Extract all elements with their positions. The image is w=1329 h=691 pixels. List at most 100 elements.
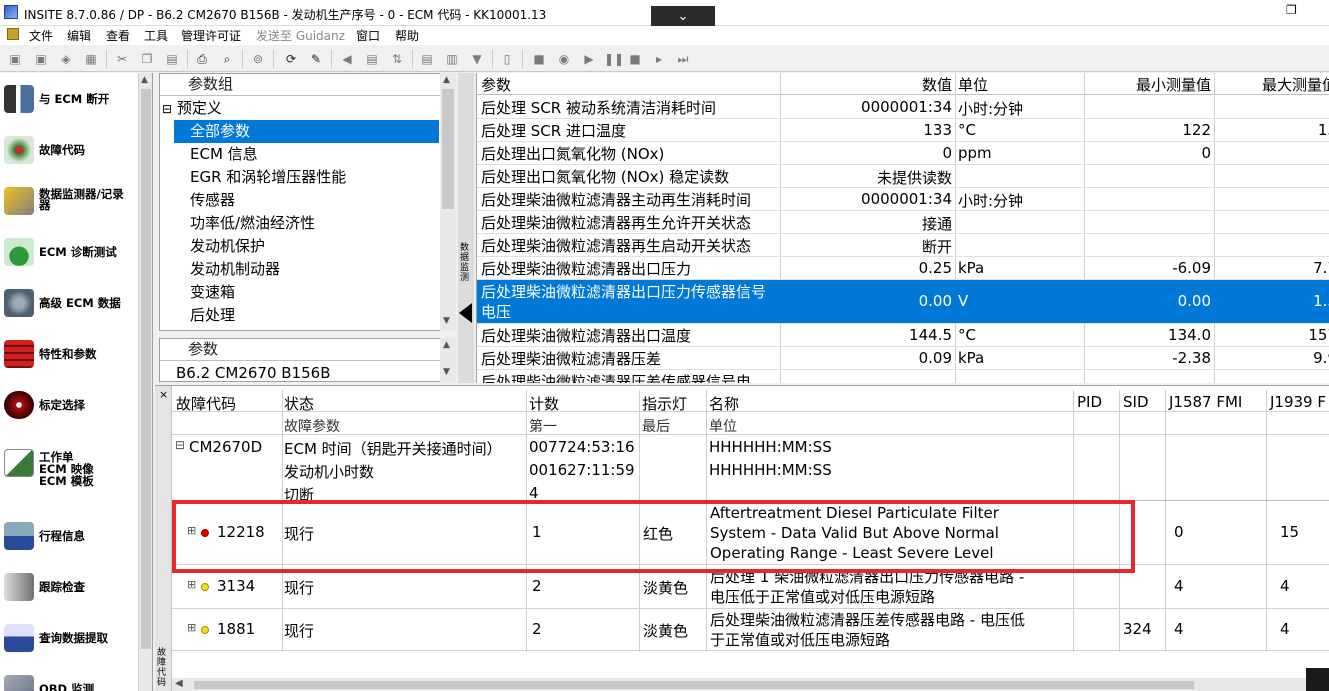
tree-item-engine-protection[interactable]: 发动机保护 — [160, 235, 440, 258]
col-j1939-header[interactable]: J1939 F — [1270, 393, 1326, 411]
play-icon[interactable]: ▶ — [581, 51, 597, 67]
sidebar-item-features[interactable]: 特性和参数 — [4, 334, 139, 374]
sidebar-item-advanced-data[interactable]: 高级 ECM 数据 — [4, 283, 139, 323]
data-monitor-row[interactable]: 后处理柴油微粒滤清器压差 0.09 kPa -2.38 9.9 — [477, 347, 1329, 370]
col-max-header[interactable]: 最大测量值 — [1217, 74, 1329, 95]
tree-item-ecm-info[interactable]: ECM 信息 — [160, 143, 440, 166]
menu-window[interactable]: 窗口 — [356, 27, 380, 44]
menu-view[interactable]: 查看 — [106, 27, 130, 44]
param-groups-scroll-thumb[interactable] — [442, 89, 454, 209]
filter-icon[interactable]: ▼ — [469, 51, 485, 67]
data-monitor-row[interactable]: 后处理柴油微粒滤清器出口压力 0.25 kPa -6.09 7.7 — [477, 257, 1329, 280]
sidebar-item-disconnect[interactable]: 与 ECM 断开 — [4, 79, 139, 119]
step-icon[interactable]: ▸ — [651, 51, 667, 67]
page-icon[interactable]: ▯ — [499, 51, 515, 67]
report-icon[interactable]: ▤ — [419, 51, 435, 67]
tree-item-aftertreatment[interactable]: 后处理 — [160, 304, 440, 327]
menu-send-guidanz[interactable]: 发送至 Guidanz — [256, 27, 345, 44]
stop-icon[interactable]: ■ — [627, 51, 643, 67]
col-j1587-header[interactable]: J1587 FMI — [1169, 393, 1242, 411]
speaker-icon[interactable]: ◀ — [339, 51, 355, 67]
sidebar-scrollbar[interactable]: ▲ — [138, 73, 152, 691]
col-sid-header[interactable]: SID — [1123, 393, 1149, 411]
restore-icon[interactable]: ❐ — [1286, 3, 1297, 17]
data-monitor-row[interactable]: 后处理柴油微粒滤清器再生允许开关状态 接通 — [477, 211, 1329, 234]
grid-icon[interactable]: ▦ — [83, 51, 99, 67]
tree-root-predefined[interactable]: ⊟ 预定义 — [160, 97, 440, 120]
tree-item-all-params[interactable]: 全部参数 — [174, 120, 439, 143]
panel-splitter[interactable]: 数据监测 — [458, 73, 474, 383]
tree-item-egr-turbo[interactable]: EGR 和涡轮增压器性能 — [160, 166, 440, 189]
sidebar-item-obd-monitor[interactable]: OBD 监测 — [4, 669, 139, 691]
hscroll-thumb[interactable] — [194, 681, 1194, 689]
data-monitor-row[interactable]: 后处理出口氮氧化物 (NOx) 稳定读数 未提供读数 — [477, 165, 1329, 188]
fault-code-row[interactable]: ⊞ 1881 现行 2 淡黄色 后处理柴油微粒滤清器压差传感器电路 - 电压低 于正常值或对… — [172, 609, 1329, 651]
fault-group-row[interactable]: ⊟ CM2670D ECM 时间（钥匙开关接通时间） 007724:53:16 … — [172, 436, 1329, 459]
menu-tools[interactable]: 工具 — [144, 27, 168, 44]
export-icon[interactable]: ▥ — [444, 51, 460, 67]
fast-forward-icon[interactable]: ⏭ — [675, 51, 691, 67]
col-unit-header[interactable]: 单位 — [958, 74, 988, 95]
pause-icon[interactable]: ❚❚ — [604, 51, 624, 67]
paste-icon[interactable]: ▤ — [164, 51, 180, 67]
sidebar-item-diagnostic-tests[interactable]: ECM 诊断测试 — [4, 232, 139, 272]
menu-help[interactable]: 帮助 — [395, 27, 419, 44]
fault-codes-hscrollbar[interactable]: ◀ — [172, 678, 1329, 691]
tree-item-low-power[interactable]: 功率低/燃油经济性 — [160, 212, 440, 235]
tree-item-transmission[interactable]: 变速箱 — [160, 281, 440, 304]
collapse-icon[interactable]: ⊟ — [162, 102, 172, 116]
sort-icon[interactable]: ⇅ — [389, 51, 405, 67]
collapse-left-icon[interactable] — [459, 303, 472, 323]
connect-icon[interactable]: ▣ — [7, 51, 23, 67]
expand-icon[interactable]: ⊞ — [187, 621, 196, 634]
data-monitor-row[interactable]: 后处理 SCR 进口温度 133 °C 122 13 — [477, 119, 1329, 142]
close-icon[interactable]: × — [159, 388, 168, 401]
menu-license[interactable]: 管理许可证 — [181, 27, 241, 44]
print-preview-icon[interactable]: ⌕ — [219, 51, 235, 67]
menu-edit[interactable]: 编辑 — [67, 27, 91, 44]
expand-icon[interactable]: ⊞ — [187, 578, 196, 591]
data-monitor-row[interactable]: 后处理柴油微粒滤清器出口压力传感器信号电压 0.00 V 0.00 1.5 — [477, 280, 1329, 324]
data-monitor-row[interactable]: 后处理柴油微粒滤清器压差传感器信号电 — [477, 370, 1329, 383]
scroll-down-icon[interactable]: ▼ — [443, 367, 450, 377]
sidebar-item-data-monitor[interactable]: 数据监测器/记录器 — [4, 181, 139, 221]
sidebar-item-fault-codes[interactable]: 故障代码 — [4, 130, 139, 170]
fault-code-row[interactable]: ⊞ 12218 现行 1 红色 Aftertreatment Diesel Particu… — [172, 501, 1329, 565]
doc-icon[interactable]: ▤ — [364, 51, 380, 67]
snapshot-icon[interactable]: ◉ — [556, 51, 572, 67]
param-groups-scrollbar[interactable]: ▲ ▼ — [440, 73, 456, 331]
data-monitor-row[interactable]: 后处理柴油微粒滤清器主动再生消耗时间 0000001:34 小时:分钟 — [477, 188, 1329, 211]
data-monitor-row[interactable]: 后处理柴油微粒滤清器出口温度 144.5 °C 134.0 157 — [477, 324, 1329, 347]
scroll-left-icon[interactable]: ◀ — [175, 678, 183, 689]
scroll-up-icon[interactable]: ▲ — [443, 75, 450, 85]
fault-code-row[interactable]: ⊞ 3134 现行 2 淡黄色 后处理 1 柴油微粒滤清器出口压力传感器电路 - 电压低于正… — [172, 565, 1329, 609]
sidebar-item-work-order[interactable]: 工作单 ECM 映像 ECM 模板 — [4, 443, 139, 493]
edit-icon[interactable]: ✎ — [308, 51, 324, 67]
refresh-icon[interactable]: ⟳ — [283, 51, 299, 67]
scroll-up-icon[interactable]: ▲ — [443, 340, 450, 350]
copy-icon[interactable]: ❐ — [139, 51, 155, 67]
col-value-header[interactable]: 数值 — [777, 74, 952, 95]
parameter-ecm-item[interactable]: B6.2 CM2670 B156B — [160, 362, 440, 381]
print-icon[interactable]: ⎙ — [194, 51, 210, 67]
parameters-scrollbar[interactable]: ▲ ▼ — [440, 338, 456, 382]
col-min-header[interactable]: 最小测量值 — [1087, 74, 1211, 95]
sidebar-item-calibration[interactable]: 标定选择 — [4, 385, 139, 425]
scroll-up-icon[interactable]: ▲ — [141, 75, 148, 85]
tree-item-engine-brake[interactable]: 发动机制动器 — [160, 258, 440, 281]
binoculars-icon[interactable]: ⊚ — [250, 51, 266, 67]
disconnect-tb-icon[interactable]: ▣ — [33, 51, 49, 67]
link-icon[interactable]: ◈ — [58, 51, 74, 67]
scroll-down-icon[interactable]: ▼ — [443, 316, 450, 326]
record-icon[interactable]: ■ — [531, 51, 547, 67]
expand-icon[interactable]: ⊞ — [187, 524, 196, 537]
sidebar-scroll-thumb[interactable] — [141, 89, 151, 649]
data-monitor-row[interactable]: 后处理柴油微粒滤清器再生启动开关状态 断开 — [477, 234, 1329, 257]
col-param-header[interactable]: 参数 — [481, 74, 511, 95]
sidebar-item-trip-info[interactable]: 行程信息 — [4, 516, 139, 556]
data-monitor-row[interactable]: 后处理 SCR 被动系统清洁消耗时间 0000001:34 小时:分钟 — [477, 96, 1329, 119]
sidebar-item-data-extract[interactable]: 查询数据提取 — [4, 618, 139, 658]
tree-item-sensors[interactable]: 传感器 — [160, 189, 440, 212]
menu-file[interactable]: 文件 — [29, 27, 53, 44]
cut-icon[interactable]: ✂ — [114, 51, 130, 67]
